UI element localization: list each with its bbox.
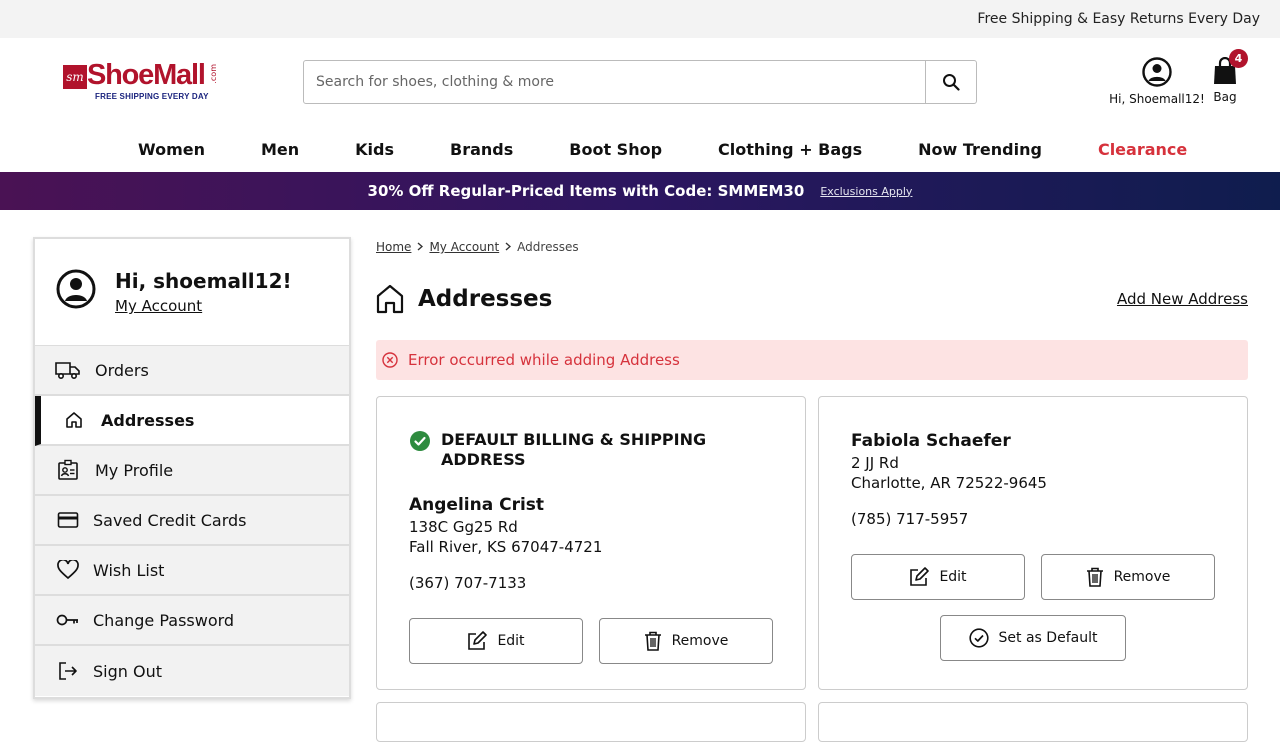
breadcrumb: Home My Account Addresses — [376, 240, 579, 254]
account-label: Hi, Shoemall12! — [1109, 92, 1205, 106]
page-title: Addresses — [418, 286, 553, 312]
address-card-partial — [376, 702, 806, 742]
logo-tagline: FREE SHIPPING EVERY DAY — [95, 92, 209, 101]
account-sidebar: Hi, shoemall12! My Account Orders Addres… — [33, 237, 351, 699]
address-phone: (367) 707-7133 — [409, 574, 527, 592]
logo-wordmark: ShoeMall — [87, 59, 206, 91]
nav-men[interactable]: Men — [261, 140, 299, 159]
check-circle-outline-icon — [968, 628, 989, 648]
trash-icon — [1086, 567, 1103, 587]
nav-boot-shop[interactable]: Boot Shop — [569, 140, 662, 159]
default-address-label: DEFAULT BILLING & SHIPPING ADDRESS — [409, 430, 741, 470]
check-circle-icon — [410, 431, 430, 451]
address-city: Fall River, KS 67047-4721 — [409, 538, 603, 556]
address-phone: (785) 717-5957 — [851, 510, 969, 528]
nav-kids[interactable]: Kids — [355, 140, 394, 159]
sign-out-icon — [55, 659, 81, 683]
address-card-partial — [818, 702, 1248, 742]
main-nav: Women Men Kids Brands Boot Shop Clothing… — [0, 126, 1280, 172]
logo-com: .com — [209, 64, 218, 84]
address-name: Angelina Crist — [409, 495, 545, 515]
edit-icon — [468, 631, 488, 650]
search-input[interactable] — [304, 61, 925, 103]
address-street: 138C Gg25 Rd — [409, 518, 518, 536]
avatar-icon — [56, 269, 96, 309]
edit-button[interactable]: Edit — [409, 618, 583, 664]
key-icon — [55, 608, 81, 632]
address-city: Charlotte, AR 72522-9645 — [851, 474, 1047, 492]
address-card: Fabiola Schaefer 2 JJ Rd Charlotte, AR 7… — [818, 396, 1248, 690]
set-as-default-button[interactable]: Set as Default — [940, 615, 1126, 661]
sidebar-greeting: Hi, shoemall12! — [115, 269, 292, 293]
nav-women[interactable]: Women — [138, 140, 205, 159]
account-link[interactable]: Hi, Shoemall12! — [1108, 57, 1206, 106]
sidebar-item-addresses[interactable]: Addresses — [35, 396, 349, 446]
sidebar-item-wish-list[interactable]: Wish List — [35, 546, 349, 596]
bag-label: Bag — [1213, 90, 1237, 104]
address-street: 2 JJ Rd — [851, 454, 899, 472]
error-message: Error occurred while adding Address — [408, 351, 680, 369]
promo-banner: 30% Off Regular-Priced Items with Code: … — [0, 172, 1280, 210]
sidebar-item-label: My Profile — [95, 460, 174, 480]
edit-icon — [910, 567, 930, 586]
home-icon — [376, 284, 404, 314]
sidebar-item-label: Addresses — [101, 410, 195, 430]
user-icon — [1142, 57, 1172, 87]
breadcrumb-current: Addresses — [517, 240, 579, 254]
sidebar-item-label: Saved Credit Cards — [93, 510, 247, 530]
bag-count-badge: 4 — [1229, 49, 1248, 68]
remove-button[interactable]: Remove — [1041, 554, 1215, 600]
bag-link[interactable]: 4 Bag — [1206, 49, 1248, 104]
credit-card-icon — [55, 508, 81, 532]
sidebar-item-sign-out[interactable]: Sign Out — [35, 646, 349, 696]
error-banner: Error occurred while adding Address — [376, 340, 1248, 380]
address-card-default: DEFAULT BILLING & SHIPPING ADDRESS Angel… — [376, 396, 806, 690]
edit-button[interactable]: Edit — [851, 554, 1025, 600]
nav-clothing-bags[interactable]: Clothing + Bags — [718, 140, 862, 159]
breadcrumb-home[interactable]: Home — [376, 240, 411, 254]
trash-icon — [644, 631, 661, 651]
heart-icon — [55, 558, 81, 582]
sidebar-item-orders[interactable]: Orders — [35, 346, 349, 396]
site-header: sm ShoeMall .com FREE SHIPPING EVERY DAY… — [0, 38, 1280, 126]
sidebar-item-profile[interactable]: My Profile — [35, 446, 349, 496]
search-icon — [943, 74, 960, 91]
truck-icon — [55, 358, 81, 382]
remove-button[interactable]: Remove — [599, 618, 773, 664]
promo-text: 30% Off Regular-Priced Items with Code: … — [367, 182, 805, 200]
search-button[interactable] — [925, 61, 976, 103]
sidebar-item-label: Orders — [95, 360, 149, 380]
sidebar-header: Hi, shoemall12! My Account — [35, 239, 349, 346]
sidebar-item-label: Wish List — [93, 560, 165, 580]
exclusions-link[interactable]: Exclusions Apply — [820, 185, 912, 198]
nav-clearance[interactable]: Clearance — [1098, 140, 1187, 159]
sidebar-item-change-password[interactable]: Change Password — [35, 596, 349, 646]
shoemall-logo[interactable]: sm ShoeMall .com FREE SHIPPING EVERY DAY — [63, 59, 223, 107]
nav-brands[interactable]: Brands — [450, 140, 513, 159]
my-account-link[interactable]: My Account — [115, 297, 202, 315]
chevron-right-icon — [505, 240, 512, 254]
breadcrumb-my-account[interactable]: My Account — [429, 240, 499, 254]
error-circle-x-icon — [382, 352, 398, 368]
chevron-right-icon — [417, 240, 424, 254]
free-shipping-text: Free Shipping & Easy Returns Every Day — [977, 11, 1260, 27]
address-name: Fabiola Schaefer — [851, 431, 1011, 451]
search-bar — [303, 60, 977, 104]
logo-mark: sm — [63, 65, 87, 89]
add-new-address-link[interactable]: Add New Address — [1117, 290, 1248, 308]
home-icon — [61, 408, 87, 432]
page-header: Addresses — [376, 284, 552, 314]
nav-now-trending[interactable]: Now Trending — [918, 140, 1042, 159]
sidebar-item-label: Sign Out — [93, 661, 162, 681]
sidebar-item-label: Change Password — [93, 610, 235, 630]
profile-card-icon — [55, 458, 81, 482]
top-promo-bar: Free Shipping & Easy Returns Every Day — [0, 0, 1280, 38]
sidebar-item-credit-cards[interactable]: Saved Credit Cards — [35, 496, 349, 546]
